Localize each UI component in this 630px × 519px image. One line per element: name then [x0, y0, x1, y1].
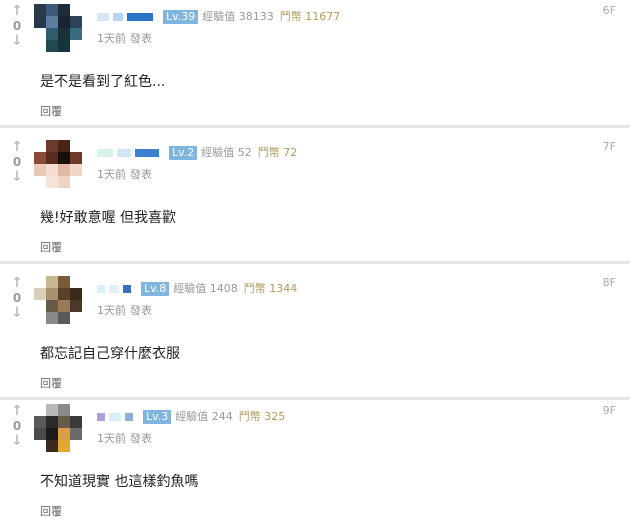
comment-text: 都忘記自己穿什麼衣服 [40, 346, 180, 362]
floor-number: 9F [602, 404, 616, 417]
comment-text: 是不是看到了紅色... [40, 74, 166, 90]
post-time: 1天前 [97, 32, 126, 45]
username-redacted[interactable] [127, 13, 153, 21]
arrow-down-icon[interactable]: ↓ [8, 34, 26, 48]
post-time: 1天前 [97, 168, 126, 181]
publish-label: 發表 [130, 168, 152, 181]
post-meta: 1天前 發表 [97, 302, 152, 318]
username-redacted[interactable] [97, 13, 109, 21]
username-redacted[interactable] [109, 285, 119, 293]
experience-value: 經驗值 244 [175, 410, 233, 423]
publish-label: 發表 [130, 432, 152, 445]
level-badge: Lv.39 [163, 10, 199, 24]
publish-label: 發表 [130, 304, 152, 317]
experience-value: 經驗值 38133 [202, 10, 274, 23]
arrow-down-icon[interactable]: ↓ [8, 170, 26, 184]
coin-value: 鬥幣 72 [257, 146, 298, 159]
post-time: 1天前 [97, 304, 126, 317]
floor-number: 7F [602, 140, 616, 153]
reply-button[interactable]: 回覆 [40, 375, 62, 391]
publish-label: 發表 [130, 32, 152, 45]
avatar[interactable] [34, 276, 82, 324]
divider [0, 125, 630, 128]
user-info: Lv.8 經驗值 1408 鬥幣 1344 [97, 282, 303, 296]
experience-value: 經驗值 52 [201, 146, 252, 159]
avatar[interactable] [34, 140, 82, 188]
comment-feed: ↑ 0 ↓ Lv.39 經驗值 38133 鬥幣 11677 1天前 發表 6F … [0, 0, 630, 519]
experience-value: 經驗值 1408 [173, 282, 238, 295]
user-info: Lv.2 經驗值 52 鬥幣 72 [97, 146, 303, 160]
arrow-up-icon[interactable]: ↑ [8, 4, 26, 18]
floor-number: 8F [602, 276, 616, 289]
level-badge: Lv.8 [141, 282, 170, 296]
vote-score: 0 [12, 155, 22, 169]
floor-number: 6F [602, 4, 616, 17]
coin-value: 鬥幣 1344 [243, 282, 298, 295]
comment-item: ↑ 0 ↓ Lv.39 經驗值 38133 鬥幣 11677 1天前 發表 6F … [0, 0, 630, 127]
arrow-down-icon[interactable]: ↓ [8, 434, 26, 448]
comment-text: 不知道現實 也這樣釣魚嗎 [40, 474, 199, 490]
username-redacted[interactable] [135, 149, 159, 157]
vote-score: 0 [12, 19, 22, 33]
username-redacted[interactable] [97, 413, 105, 421]
comment-text: 幾!好敢意喔 但我喜歡 [40, 210, 177, 226]
username-redacted[interactable] [117, 149, 131, 157]
arrow-up-icon[interactable]: ↑ [8, 404, 26, 418]
vote-control: ↑ 0 ↓ [8, 404, 26, 448]
vote-score: 0 [12, 291, 22, 305]
username-redacted[interactable] [97, 149, 113, 157]
avatar[interactable] [34, 404, 82, 452]
reply-button[interactable]: 回覆 [40, 103, 62, 119]
coin-value: 鬥幣 11677 [279, 10, 341, 23]
username-redacted[interactable] [123, 285, 131, 293]
vote-control: ↑ 0 ↓ [8, 276, 26, 320]
username-redacted[interactable] [113, 13, 123, 21]
user-info: Lv.3 經驗值 244 鬥幣 325 [97, 410, 291, 424]
username-redacted[interactable] [97, 285, 105, 293]
arrow-up-icon[interactable]: ↑ [8, 140, 26, 154]
comment-item: ↑ 0 ↓ Lv.8 經驗值 1408 鬥幣 1344 1天前 發表 8F 都忘記… [0, 272, 630, 399]
comment-item: ↑ 0 ↓ Lv.2 經驗值 52 鬥幣 72 1天前 發表 7F 幾!好敢意喔 … [0, 136, 630, 263]
arrow-up-icon[interactable]: ↑ [8, 276, 26, 290]
username-redacted[interactable] [109, 413, 121, 421]
arrow-down-icon[interactable]: ↓ [8, 306, 26, 320]
username-redacted[interactable] [125, 413, 133, 421]
user-info: Lv.39 經驗值 38133 鬥幣 11677 [97, 10, 346, 24]
comment-item: ↑ 0 ↓ Lv.3 經驗值 244 鬥幣 325 1天前 發表 9F 不知道現實… [0, 400, 630, 519]
vote-score: 0 [12, 419, 22, 433]
vote-control: ↑ 0 ↓ [8, 140, 26, 184]
reply-button[interactable]: 回覆 [40, 503, 62, 519]
divider [0, 261, 630, 264]
avatar[interactable] [34, 4, 82, 52]
level-badge: Lv.2 [169, 146, 198, 160]
post-meta: 1天前 發表 [97, 30, 152, 46]
vote-control: ↑ 0 ↓ [8, 4, 26, 48]
coin-value: 鬥幣 325 [238, 410, 286, 423]
reply-button[interactable]: 回覆 [40, 239, 62, 255]
post-meta: 1天前 發表 [97, 430, 152, 446]
level-badge: Lv.3 [143, 410, 172, 424]
post-time: 1天前 [97, 432, 126, 445]
post-meta: 1天前 發表 [97, 166, 152, 182]
